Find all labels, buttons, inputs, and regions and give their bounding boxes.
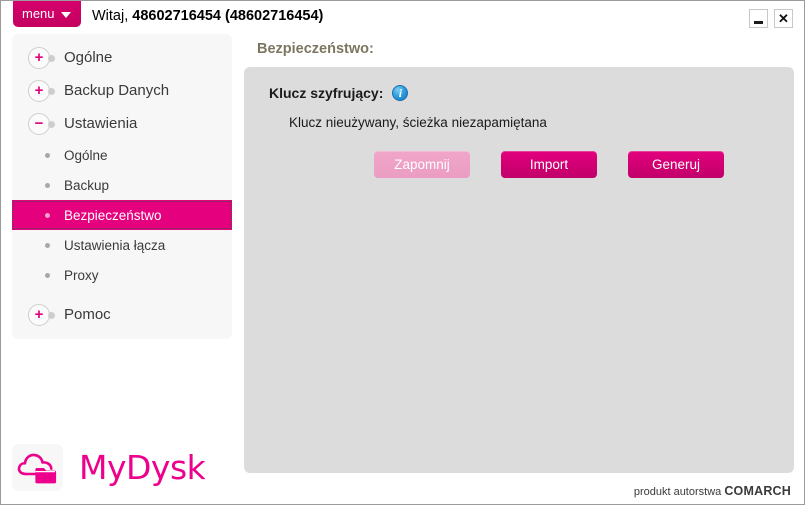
brand-logo: MyDysk — [12, 444, 206, 491]
sidebar-subitem-label: Bezpieczeństwo — [64, 207, 162, 223]
expand-sign: + — [34, 81, 44, 99]
bullet-icon — [45, 272, 50, 278]
credit-prefix: produkt autorstwa — [633, 486, 725, 498]
sidebar-item-label: Ustawienia — [64, 115, 138, 132]
sidebar-subitem-bezpieczenstwo[interactable]: Bezpieczeństwo — [12, 200, 232, 230]
forget-button[interactable]: Zapomnij — [374, 151, 470, 178]
connector-dot-icon — [48, 54, 55, 62]
cloud-folder-svg — [17, 453, 57, 484]
title-bar: menu Witaj, 48602716454 (48602716454) ✕ — [1, 1, 804, 33]
expand-plus-icon[interactable]: + — [28, 79, 55, 102]
menu-button[interactable]: menu — [13, 1, 81, 27]
close-icon: ✕ — [778, 11, 789, 26]
sidebar-item-label: Backup Danych — [64, 82, 170, 99]
sidebar-subitem-ustawienia-lacza[interactable]: Ustawienia łącza — [12, 230, 232, 260]
bullet-icon — [45, 242, 50, 248]
sidebar-subitem-ogolne[interactable]: Ogólne — [12, 140, 232, 170]
sidebar-subitem-label: Ogólne — [64, 147, 108, 163]
sidebar-item-backup-danych[interactable]: + Backup Danych — [12, 74, 232, 107]
bullet-icon — [45, 182, 50, 188]
info-icon-glyph: i — [398, 86, 403, 100]
sidebar-subitem-label: Proxy — [64, 267, 99, 283]
sidebar-item-label: Ogólne — [64, 49, 113, 66]
page-title: Bezpieczeństwo: — [257, 41, 374, 57]
encryption-key-row: Klucz szyfrujący: i — [269, 85, 794, 101]
expand-sign: + — [34, 48, 44, 66]
connector-dot-icon — [48, 120, 55, 128]
generate-button[interactable]: Generuj — [628, 151, 724, 178]
brand-name: MyDysk — [79, 448, 206, 487]
main-content: Bezpieczeństwo: Klucz szyfrujący: i Kluc… — [244, 37, 794, 473]
close-button[interactable]: ✕ — [774, 9, 793, 28]
application-window: menu Witaj, 48602716454 (48602716454) ✕ … — [0, 0, 805, 505]
info-icon[interactable]: i — [392, 85, 409, 101]
greeting-prefix: Witaj, — [92, 8, 133, 24]
connector-dot-icon — [48, 87, 55, 95]
expand-sign: + — [34, 305, 44, 323]
bullet-icon — [45, 152, 50, 158]
chevron-down-icon — [61, 12, 71, 18]
sidebar-item-label: Pomoc — [64, 306, 111, 323]
action-buttons: Zapomnij Import Generuj — [244, 151, 794, 178]
collapse-minus-icon[interactable]: − — [28, 112, 55, 135]
sidebar-subitem-proxy[interactable]: Proxy — [12, 260, 232, 290]
sidebar-subitem-backup[interactable]: Backup — [12, 170, 232, 200]
encryption-key-status: Klucz nieużywany, ścieżka niezapamiętana — [289, 115, 547, 130]
import-button[interactable]: Import — [501, 151, 597, 178]
sidebar-item-pomoc[interactable]: + Pomoc — [12, 298, 232, 331]
expand-plus-icon[interactable]: + — [28, 46, 55, 69]
bullet-icon — [45, 212, 50, 218]
cloud-folder-icon — [12, 444, 63, 491]
expand-plus-icon[interactable]: + — [28, 303, 55, 326]
encryption-key-label: Klucz szyfrujący: — [269, 85, 384, 101]
sidebar-subitem-label: Ustawienia łącza — [64, 237, 166, 253]
sidebar-subitem-label: Backup — [64, 177, 110, 193]
vendor-credit: produkt autorstwa COMARCH — [634, 484, 791, 498]
window-title: Witaj, 48602716454 (48602716454) — [92, 8, 323, 24]
minimize-icon — [754, 21, 763, 24]
sidebar-navigation: + Ogólne + Backup Danych − Ustawienia Og… — [12, 34, 232, 339]
credit-brand: COMARCH — [724, 484, 791, 498]
menu-button-label: menu — [22, 6, 55, 21]
security-panel: Klucz szyfrujący: i Klucz nieużywany, śc… — [244, 67, 794, 473]
collapse-sign: − — [34, 114, 44, 132]
minimize-button[interactable] — [749, 9, 768, 28]
sidebar-item-ogolne[interactable]: + Ogólne — [12, 41, 232, 74]
account-id: 48602716454 (48602716454) — [132, 8, 324, 24]
sidebar-item-ustawienia[interactable]: − Ustawienia — [12, 107, 232, 140]
connector-dot-icon — [48, 311, 55, 319]
